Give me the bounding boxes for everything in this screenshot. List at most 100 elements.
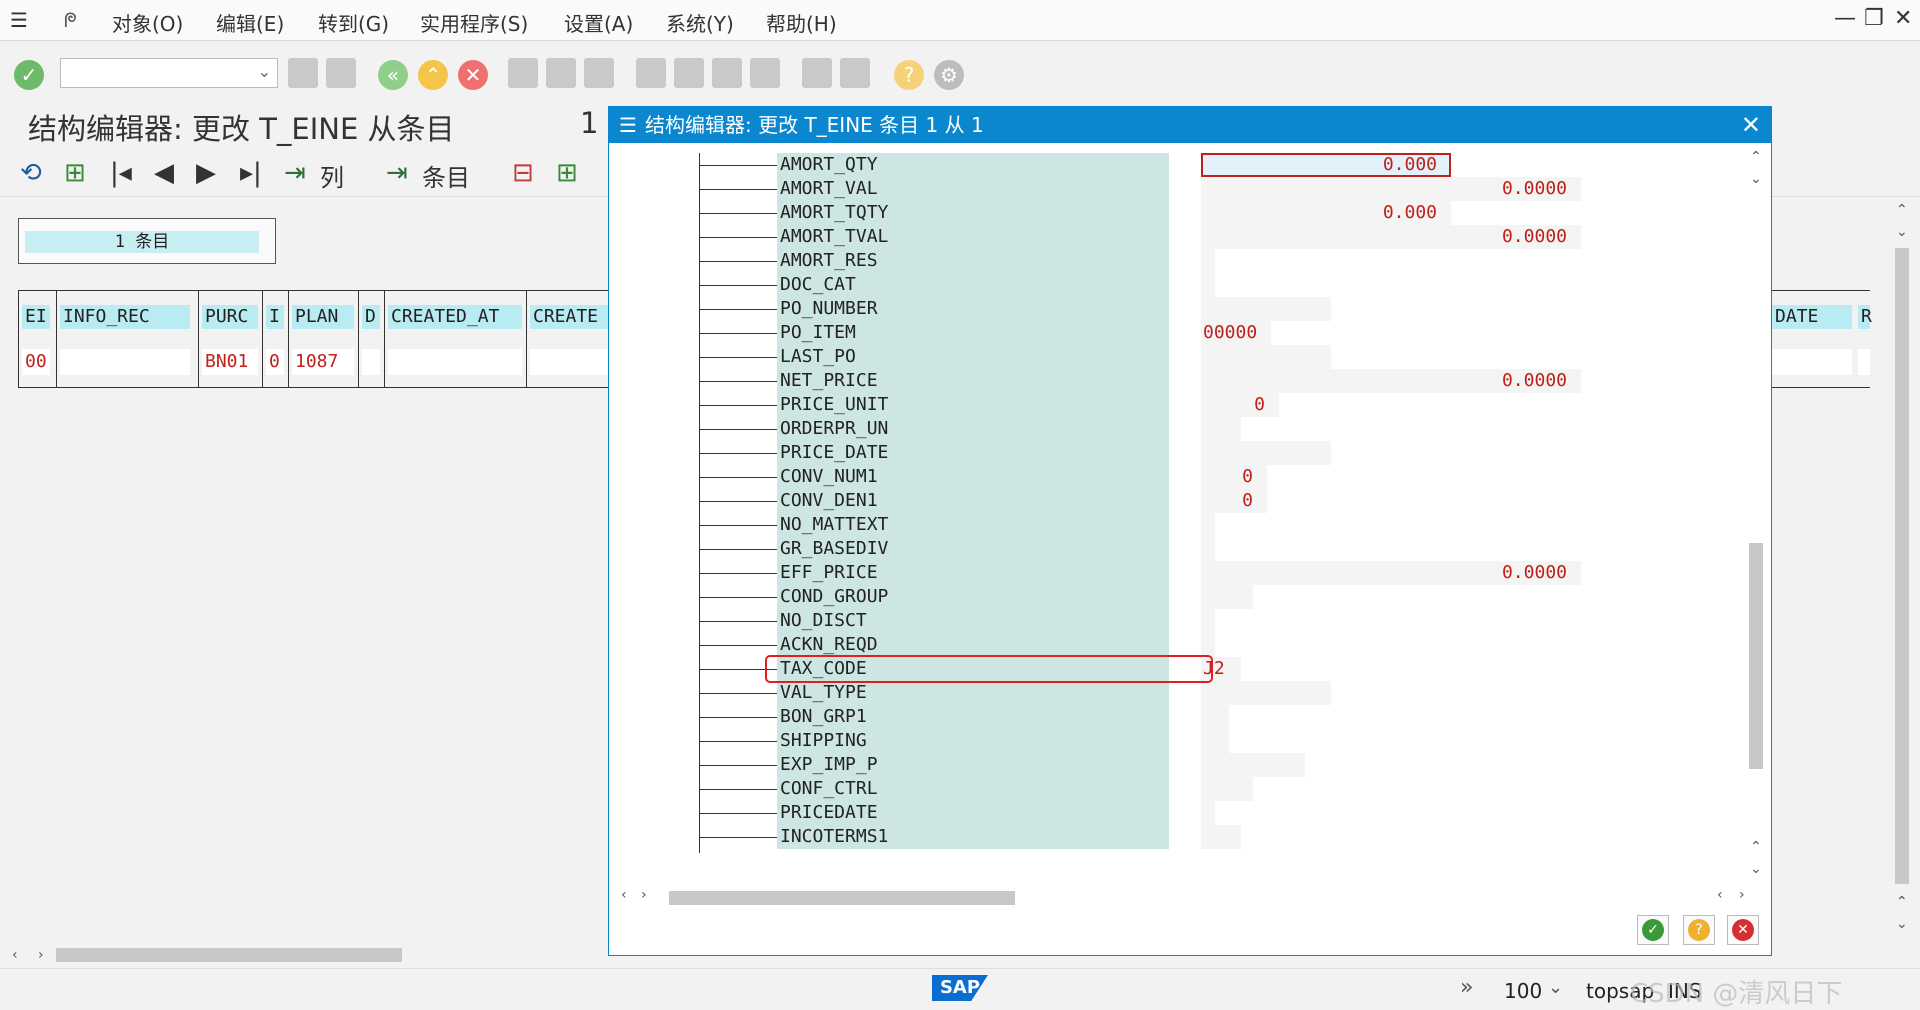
field-value-input[interactable]: [1201, 777, 1253, 801]
find-icon[interactable]: [546, 58, 576, 88]
columns-icon[interactable]: ⇥: [284, 158, 306, 188]
scroll-thumb[interactable]: [1749, 543, 1763, 769]
exit-icon[interactable]: ⌃: [418, 60, 448, 90]
help-button[interactable]: ?: [1683, 915, 1715, 945]
col-header[interactable]: R: [1858, 305, 1872, 329]
scroll-thumb[interactable]: [1895, 248, 1909, 884]
expand-status-icon[interactable]: »: [1460, 975, 1473, 1000]
last-page-icon[interactable]: [750, 58, 780, 88]
table-cell[interactable]: [362, 349, 380, 375]
find-next-icon[interactable]: [584, 58, 614, 88]
cancel-button[interactable]: ✕: [1727, 915, 1759, 945]
scroll-down-arrow[interactable]: ⌄: [1750, 171, 1762, 187]
gear-icon[interactable]: ⚙: [934, 60, 964, 90]
print-icon[interactable]: [508, 58, 538, 88]
table-cell[interactable]: 1087: [292, 349, 354, 375]
field-value-input[interactable]: [1201, 537, 1215, 561]
refresh-icon[interactable]: ⟲: [20, 158, 42, 188]
enter-icon[interactable]: ✓: [14, 60, 44, 90]
table-cell[interactable]: [388, 349, 522, 375]
first-page-icon[interactable]: [636, 58, 666, 88]
minimize-button[interactable]: —: [1834, 6, 1856, 31]
help-icon[interactable]: ?: [894, 60, 924, 90]
field-value-input[interactable]: [1201, 801, 1215, 825]
new-session-icon[interactable]: [802, 58, 832, 88]
scroll-left-arrow[interactable]: ‹: [12, 947, 18, 963]
command-field[interactable]: ⌄: [60, 58, 278, 88]
scroll-thumb[interactable]: [669, 891, 1015, 905]
chevron-down-icon[interactable]: ⌄: [1548, 977, 1563, 998]
field-value-input[interactable]: [1201, 249, 1215, 273]
next-page-icon[interactable]: [712, 58, 742, 88]
entries-icon[interactable]: ⇥: [386, 158, 408, 188]
menu-help[interactable]: 帮助(H): [766, 8, 837, 37]
dialog-horizontal-scrollbar[interactable]: ‹ › ‹ ›: [617, 883, 1757, 905]
menu-utilities[interactable]: 实用程序(S): [420, 8, 528, 37]
scroll-up-arrow[interactable]: ⌃: [1750, 149, 1762, 165]
hierarchy-icon[interactable]: ⊞: [64, 158, 86, 188]
dialog-vertical-scrollbar[interactable]: ⌃ ⌄ ⌃ ⌄: [1745, 147, 1767, 877]
confirm-button[interactable]: ✓: [1637, 915, 1669, 945]
first-entry-icon[interactable]: |◂: [110, 158, 132, 188]
field-value-input[interactable]: [1201, 345, 1331, 369]
scroll-right-arrow[interactable]: ›: [38, 947, 44, 963]
table-cell[interactable]: [60, 349, 190, 375]
col-header[interactable]: PURC: [202, 305, 258, 329]
field-value-input[interactable]: [1201, 441, 1331, 465]
sap-menu-icon[interactable]: ᖘ: [64, 8, 77, 32]
back-all-icon[interactable]: [288, 58, 318, 88]
scroll-right-arrow[interactable]: ›: [641, 887, 647, 903]
col-header[interactable]: PLAN: [292, 305, 354, 329]
table-cell[interactable]: 00: [22, 349, 50, 375]
col-header[interactable]: CREATED_AT: [388, 305, 522, 329]
field-value-input[interactable]: [1201, 609, 1215, 633]
field-value-input[interactable]: [1201, 417, 1241, 441]
chevron-down-icon[interactable]: ⌄: [258, 62, 271, 81]
dialog-close-button[interactable]: ✕: [1741, 107, 1761, 143]
field-value-input[interactable]: [1201, 585, 1253, 609]
field-value-input[interactable]: [1201, 705, 1229, 729]
menu-system[interactable]: 系统(Y): [666, 8, 734, 37]
col-header[interactable]: EI: [22, 305, 50, 329]
insert-row-icon[interactable]: ⊞: [556, 158, 578, 188]
col-header[interactable]: INFO_REC: [60, 305, 190, 329]
field-value-input[interactable]: [1201, 753, 1305, 777]
field-value-input[interactable]: [1201, 825, 1241, 849]
table-cell[interactable]: [1772, 349, 1852, 375]
previous-page-icon[interactable]: [674, 58, 704, 88]
menu-settings[interactable]: 设置(A): [564, 8, 633, 37]
table-cell[interactable]: BN01: [202, 349, 258, 375]
scroll-up-arrow[interactable]: ⌃: [1896, 202, 1908, 218]
restore-button[interactable]: ❐: [1864, 6, 1884, 31]
table-cell[interactable]: [1858, 349, 1870, 375]
close-window-button[interactable]: ✕: [1894, 6, 1912, 31]
table-cell[interactable]: 0: [266, 349, 284, 375]
delete-row-icon[interactable]: ⊟: [512, 158, 534, 188]
scroll-thumb[interactable]: [56, 948, 402, 962]
field-value-input[interactable]: [1201, 297, 1331, 321]
scroll-down-arrow[interactable]: ⌄: [1896, 224, 1908, 240]
field-value-input[interactable]: [1201, 633, 1215, 657]
back-icon[interactable]: «: [378, 60, 408, 90]
menu-edit[interactable]: 编辑(E): [216, 8, 284, 37]
menu-icon[interactable]: ☰: [10, 8, 28, 32]
save-icon[interactable]: [326, 58, 356, 88]
last-entry-icon[interactable]: ▸|: [240, 158, 262, 188]
col-header[interactable]: I: [266, 305, 284, 329]
columns-label[interactable]: 列: [320, 158, 344, 193]
field-value-input[interactable]: [1201, 513, 1215, 537]
next-entry-icon[interactable]: ▶: [196, 158, 216, 188]
shortcut-icon[interactable]: [840, 58, 870, 88]
zoom-value[interactable]: 100: [1504, 979, 1542, 1003]
cancel-icon[interactable]: ✕: [458, 60, 488, 90]
previous-entry-icon[interactable]: ◀: [154, 158, 174, 188]
main-vertical-scrollbar[interactable]: ⌃ ⌄ ⌃ ⌄: [1890, 200, 1914, 940]
scroll-left-arrow[interactable]: ‹: [621, 887, 627, 903]
menu-goto[interactable]: 转到(G): [318, 8, 389, 37]
field-value-input[interactable]: [1201, 273, 1215, 297]
field-value-input[interactable]: [1201, 729, 1229, 753]
col-header[interactable]: DATE: [1772, 305, 1852, 329]
field-value-input[interactable]: [1201, 681, 1331, 705]
menu-object[interactable]: 对象(O): [112, 8, 183, 37]
entries-label[interactable]: 条目: [422, 158, 470, 193]
